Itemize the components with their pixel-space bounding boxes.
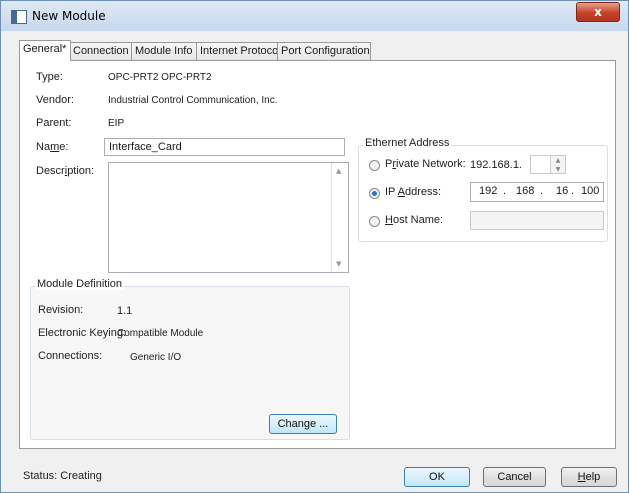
change-button[interactable]: Change ...: [269, 414, 337, 434]
ip-octet-1: 192: [479, 185, 498, 197]
name-label: Name:: [36, 141, 69, 153]
host-name-radio[interactable]: [369, 216, 380, 227]
ethernet-address-title: Ethernet Address: [363, 137, 452, 149]
ethernet-address-group: Ethernet Address Private Network: 192.16…: [358, 137, 608, 242]
help-button[interactable]: Help: [561, 467, 617, 487]
revision-value: 1.1: [117, 305, 133, 317]
private-network-prefix: 192.168.1.: [470, 159, 522, 171]
private-network-radio[interactable]: [369, 160, 380, 171]
name-input[interactable]: Interface_Card: [104, 138, 345, 156]
description-label: Description:: [36, 165, 95, 177]
title-bar: New Module x: [1, 1, 628, 31]
window-icon: [11, 10, 27, 24]
tab-connection[interactable]: Connection: [69, 42, 135, 60]
spin-down-icon[interactable]: ▼: [551, 165, 565, 174]
electronic-keying-label: Electronic Keying:: [38, 327, 127, 339]
ip-address-label: IP Address:: [385, 186, 442, 198]
private-network-spinner[interactable]: ▲ ▼: [530, 155, 566, 174]
ip-address-input[interactable]: 192 . 168 . 16 . 100: [470, 182, 604, 202]
ok-button[interactable]: OK: [404, 467, 470, 487]
ip-dot-2: .: [540, 185, 544, 197]
close-button[interactable]: x: [576, 2, 620, 22]
parent-label: Parent:: [36, 117, 72, 129]
module-definition-title: Module Definition: [35, 278, 124, 290]
electronic-keying-value: Compatible Module: [117, 328, 204, 339]
general-tab-panel: Type: OPC-PRT2 OPC-PRT2 Vendor: Industri…: [19, 60, 616, 449]
window-title: New Module: [32, 9, 106, 23]
revision-label: Revision:: [38, 304, 84, 316]
ip-octet-4: 100: [581, 185, 600, 197]
ip-octet-2: 168: [516, 185, 535, 197]
host-name-label: Host Name:: [385, 214, 444, 226]
parent-value: EIP: [108, 118, 125, 129]
description-scrollbar[interactable]: ▲ ▼: [331, 163, 348, 272]
description-textarea[interactable]: ▲ ▼: [108, 162, 349, 273]
scroll-down-icon[interactable]: ▼: [336, 260, 341, 268]
status-text: Status: Creating: [23, 470, 102, 482]
spin-up-icon[interactable]: ▲: [551, 156, 565, 165]
tab-module-info[interactable]: Module Info: [131, 42, 201, 60]
module-definition-group: Module Definition Revision: 1.1 Electron…: [30, 278, 350, 440]
scroll-up-icon[interactable]: ▲: [336, 167, 341, 175]
tab-general[interactable]: General*: [19, 40, 71, 61]
vendor-value: Industrial Control Communication, Inc.: [108, 95, 278, 106]
tab-internet-protocol[interactable]: Internet Protocol: [196, 42, 282, 60]
connections-value: Generic I/O: [130, 352, 182, 363]
vendor-label: Vendor:: [36, 94, 74, 106]
cancel-button[interactable]: Cancel: [483, 467, 546, 487]
ip-address-radio[interactable]: [369, 188, 380, 199]
new-module-dialog: New Module x General* Connection Module …: [0, 0, 629, 493]
host-name-input[interactable]: [470, 211, 604, 230]
type-value: OPC-PRT2 OPC-PRT2: [108, 72, 212, 83]
ip-dot-1: .: [503, 185, 507, 197]
ip-dot-3: .: [571, 185, 575, 197]
connections-label: Connections:: [38, 350, 103, 362]
type-label: Type:: [36, 71, 63, 83]
tab-port-configuration[interactable]: Port Configuration: [277, 42, 371, 60]
private-network-label: Private Network:: [385, 158, 466, 170]
ip-octet-3: 16: [556, 185, 569, 197]
